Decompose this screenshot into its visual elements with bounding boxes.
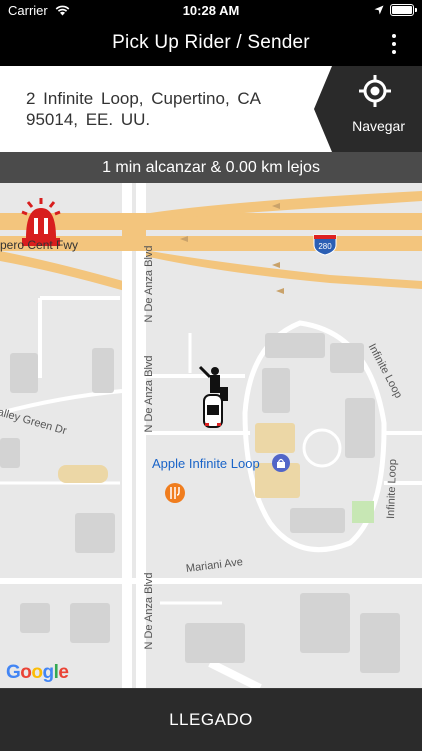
location-arrow-icon [374,5,384,15]
map-view[interactable]: 280 pero Cent Fwy N De Anza Blvd N De An… [0,183,422,688]
google-logo: Google [6,662,69,683]
pickup-address: 2 Infinite Loop, Cupertino, CA 95014, EE… [26,88,286,130]
status-bar: Carrier 10:28 AM [0,0,422,22]
poi-label-apple-infinite-loop[interactable]: Apple Infinite Loop [152,456,260,471]
freeway-label: pero Cent Fwy [0,238,79,252]
navigate-label: Navegar [352,118,405,134]
status-time: 10:28 AM [182,3,240,18]
pickup-address-panel: 2 Infinite Loop, Cupertino, CA 95014, EE… [0,66,422,152]
navigate-button[interactable]: Navegar [314,66,422,152]
shopping-bag-icon [272,454,290,472]
address-line-2: 95014, EE. UU. [26,110,151,129]
more-menu-button[interactable] [384,30,404,58]
street-label-de-anza-mid: N De Anza Blvd [143,355,155,433]
restaurant-icon [165,483,185,503]
park-area [352,501,374,523]
crosshair-icon [359,75,391,107]
interstate-shield-label: 280 [318,242,332,251]
navigation-bar: Pick Up Rider / Sender [0,22,422,66]
arrived-button[interactable]: LLEGADO [0,688,422,751]
more-vertical-icon-dot [392,42,396,46]
address-line-1: 2 Infinite Loop, Cupertino, CA [26,89,262,108]
battery-icon [390,4,417,16]
eta-info-bar: 1 min alcanzar & 0.00 km lejos [0,152,422,183]
more-vertical-icon [392,34,396,38]
street-label-de-anza-bottom: N De Anza Blvd [143,572,155,650]
rider-car-marker-icon [198,365,228,428]
status-indicators [374,4,417,16]
street-label-de-anza-top: N De Anza Blvd [143,245,155,323]
page-title: Pick Up Rider / Sender [112,32,310,53]
more-vertical-icon-dot [392,50,396,54]
